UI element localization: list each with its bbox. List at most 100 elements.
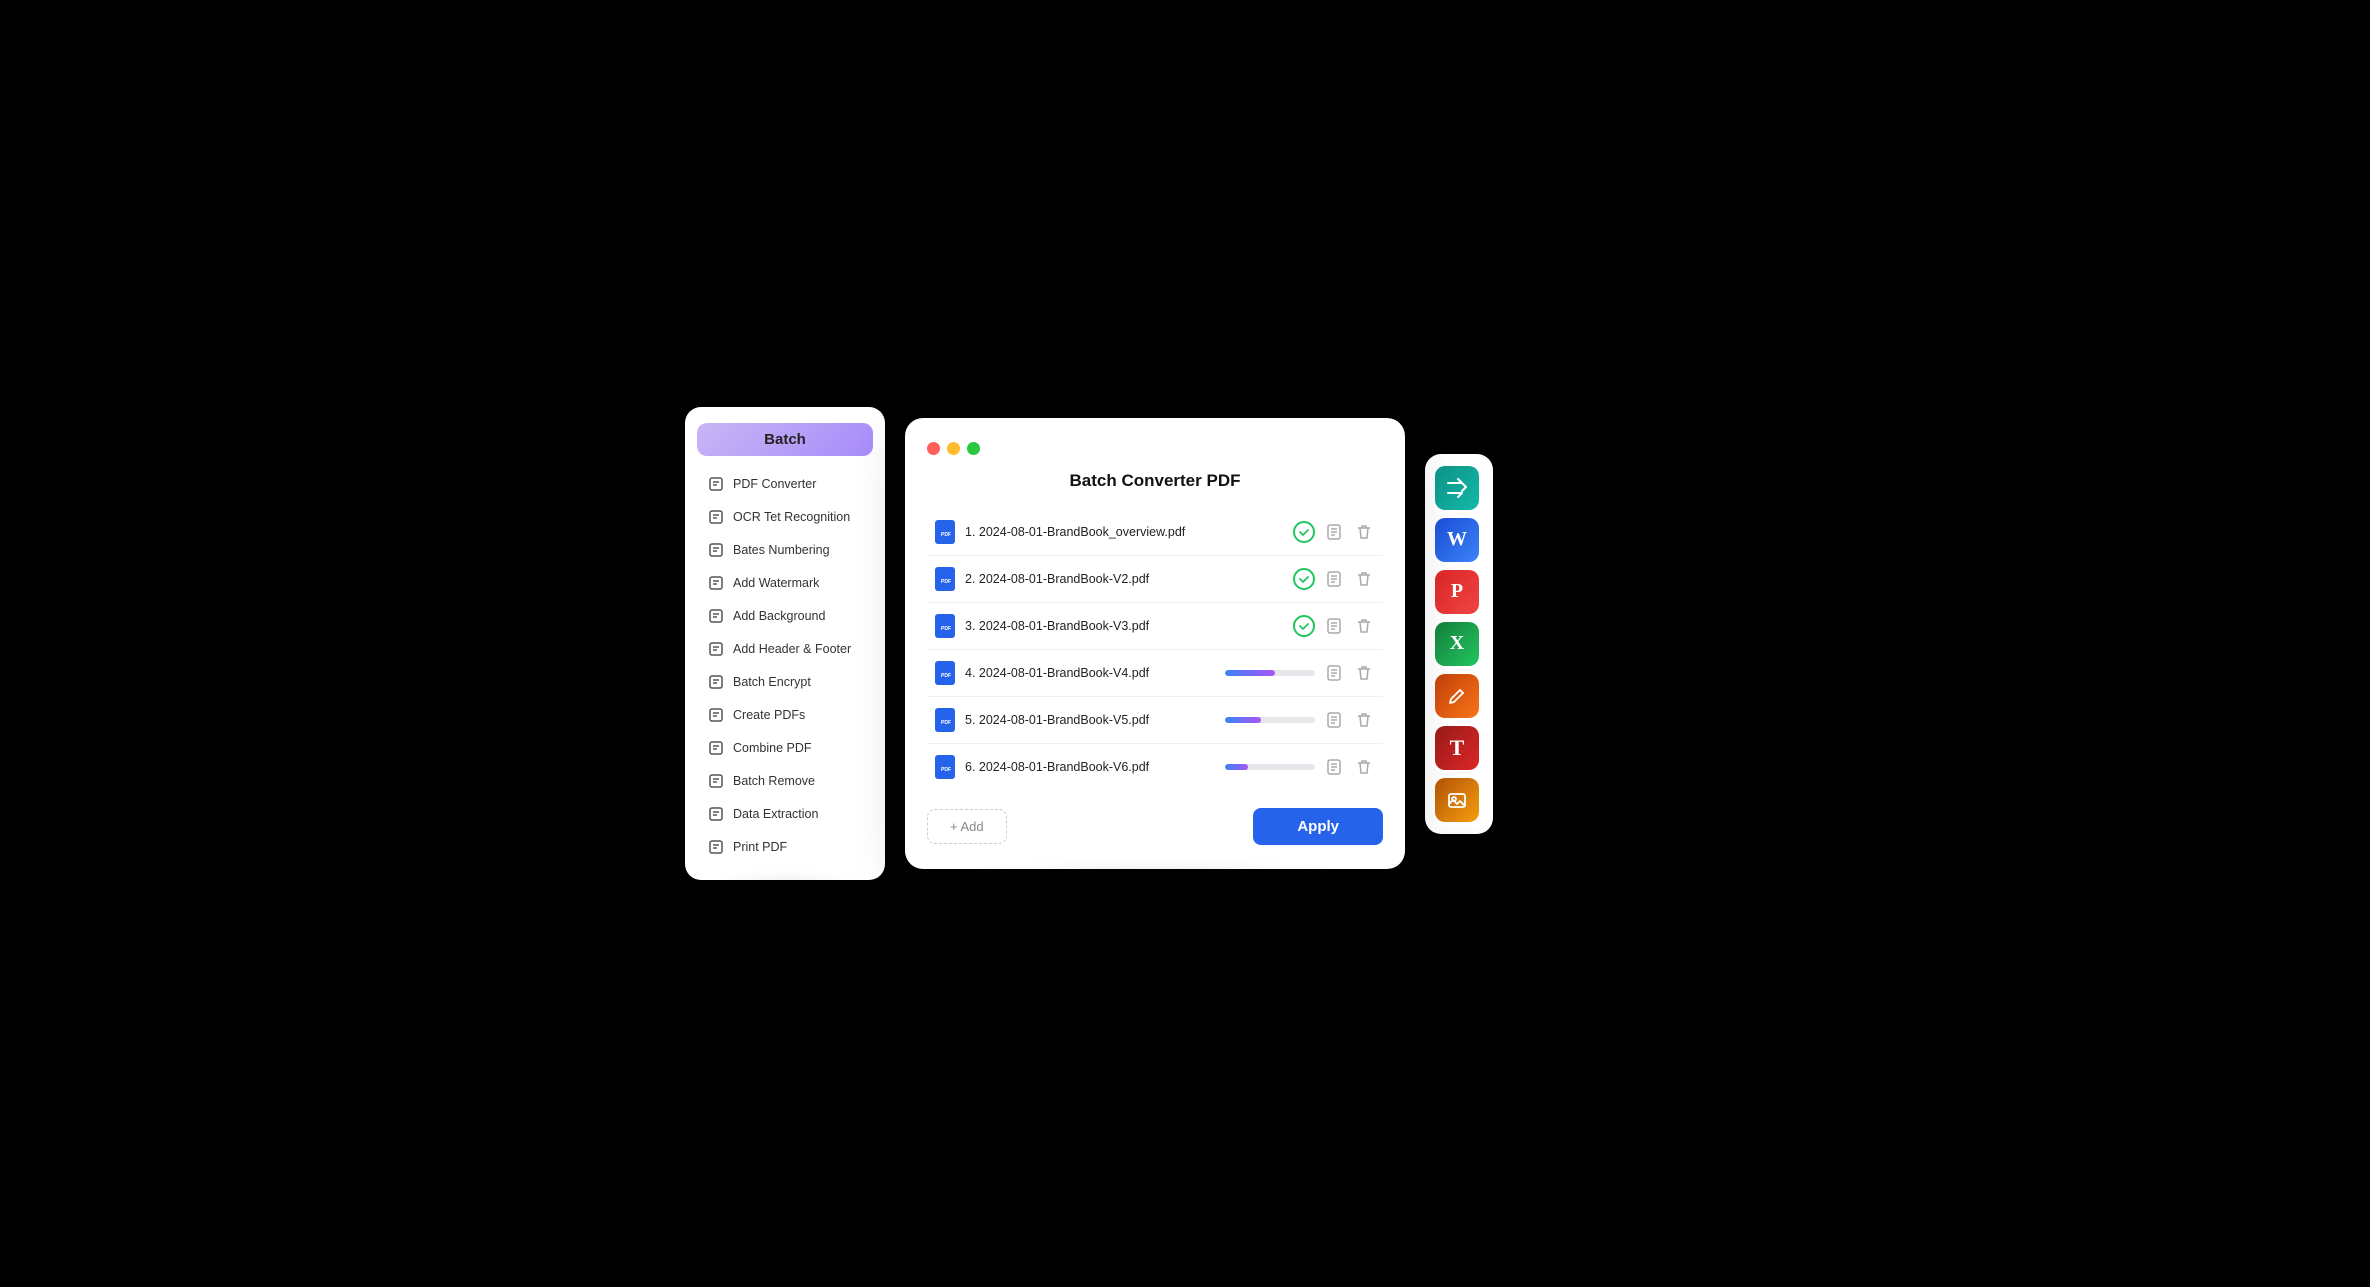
file-status	[1293, 615, 1375, 637]
sidebar-item-label: Batch Encrypt	[733, 675, 811, 689]
svg-text:PDF: PDF	[941, 626, 951, 632]
combine-icon	[707, 739, 725, 757]
file-status	[1293, 521, 1375, 543]
file-row: PDF 6. 2024-08-01-BrandBook-V6.pdf	[927, 744, 1383, 790]
create-pdf-icon	[707, 706, 725, 724]
dock-app-ppt[interactable]: P	[1435, 570, 1479, 614]
svg-text:PDF: PDF	[941, 720, 951, 726]
dock-app-shuffle[interactable]	[1435, 466, 1479, 510]
sidebar-item-label: Combine PDF	[733, 741, 812, 755]
sidebar-item-add-background[interactable]: Add Background	[691, 600, 879, 632]
sidebar-item-combine-pdf[interactable]: Combine PDF	[691, 732, 879, 764]
svg-text:PDF: PDF	[941, 579, 951, 585]
file-delete-icon[interactable]	[1353, 756, 1375, 778]
file-row: PDF 5. 2024-08-01-BrandBook-V5.pdf	[927, 697, 1383, 744]
dock-app-text[interactable]: T	[1435, 726, 1479, 770]
sidebar-item-label: Bates Numbering	[733, 543, 830, 557]
scene: Batch PDF Converter OCR Tet Recognition	[685, 407, 1685, 880]
svg-text:PDF: PDF	[941, 767, 951, 773]
watermark-icon	[707, 574, 725, 592]
progress-bar-fill	[1225, 670, 1275, 676]
remove-icon	[707, 772, 725, 790]
add-button[interactable]: + Add	[927, 809, 1007, 844]
sidebar-item-add-header-footer[interactable]: Add Header & Footer	[691, 633, 879, 665]
print-icon	[707, 838, 725, 856]
background-icon	[707, 607, 725, 625]
sidebar-item-print-pdf[interactable]: Print PDF	[691, 831, 879, 863]
sidebar-item-label: PDF Converter	[733, 477, 816, 491]
main-panel: Batch Converter PDF PDF 1. 2024-08-01-Br…	[905, 418, 1405, 869]
pdf-file-icon: PDF	[935, 567, 955, 591]
file-name: 5. 2024-08-01-BrandBook-V5.pdf	[965, 713, 1215, 727]
file-name: 1. 2024-08-01-BrandBook_overview.pdf	[965, 525, 1283, 539]
traffic-light-green[interactable]	[967, 442, 980, 455]
file-row: PDF 3. 2024-08-01-BrandBook-V3.pdf	[927, 603, 1383, 650]
file-status	[1225, 756, 1375, 778]
file-status	[1225, 662, 1375, 684]
progress-bar	[1225, 764, 1315, 770]
right-dock: WPX T	[1425, 454, 1493, 834]
sidebar-item-ocr-recognition[interactable]: OCR Tet Recognition	[691, 501, 879, 533]
status-check-icon	[1293, 568, 1315, 590]
status-check-icon	[1293, 615, 1315, 637]
file-row: PDF 1. 2024-08-01-BrandBook_overview.pdf	[927, 509, 1383, 556]
file-delete-icon[interactable]	[1353, 615, 1375, 637]
sidebar-item-label: Add Watermark	[733, 576, 819, 590]
sidebar-item-label: Data Extraction	[733, 807, 818, 821]
file-action-doc-icon[interactable]	[1323, 568, 1345, 590]
sidebar-item-label: Add Background	[733, 609, 825, 623]
file-action-doc-icon[interactable]	[1323, 615, 1345, 637]
file-name: 4. 2024-08-01-BrandBook-V4.pdf	[965, 666, 1215, 680]
bates-icon	[707, 541, 725, 559]
file-delete-icon[interactable]	[1353, 568, 1375, 590]
file-name: 2. 2024-08-01-BrandBook-V2.pdf	[965, 572, 1283, 586]
file-name: 3. 2024-08-01-BrandBook-V3.pdf	[965, 619, 1283, 633]
file-row: PDF 4. 2024-08-01-BrandBook-V4.pdf	[927, 650, 1383, 697]
sidebar-item-label: OCR Tet Recognition	[733, 510, 850, 524]
file-delete-icon[interactable]	[1353, 662, 1375, 684]
progress-bar	[1225, 670, 1315, 676]
encrypt-icon	[707, 673, 725, 691]
sidebar-item-batch-remove[interactable]: Batch Remove	[691, 765, 879, 797]
dock-app-edit[interactable]	[1435, 674, 1479, 718]
sidebar-item-create-pdfs[interactable]: Create PDFs	[691, 699, 879, 731]
svg-text:PDF: PDF	[941, 673, 951, 679]
file-delete-icon[interactable]	[1353, 521, 1375, 543]
dock-app-excel[interactable]: X	[1435, 622, 1479, 666]
apply-button[interactable]: Apply	[1253, 808, 1383, 845]
file-action-doc-icon[interactable]	[1323, 521, 1345, 543]
traffic-light-red[interactable]	[927, 442, 940, 455]
traffic-light-yellow[interactable]	[947, 442, 960, 455]
main-title: Batch Converter PDF	[927, 471, 1383, 491]
dock-app-photo[interactable]	[1435, 778, 1479, 822]
sidebar-item-data-extraction[interactable]: Data Extraction	[691, 798, 879, 830]
sidebar-item-add-watermark[interactable]: Add Watermark	[691, 567, 879, 599]
status-check-icon	[1293, 521, 1315, 543]
file-action-doc-icon[interactable]	[1323, 756, 1345, 778]
file-status	[1225, 709, 1375, 731]
pdf-file-icon: PDF	[935, 755, 955, 779]
file-action-doc-icon[interactable]	[1323, 709, 1345, 731]
extraction-icon	[707, 805, 725, 823]
file-delete-icon[interactable]	[1353, 709, 1375, 731]
sidebar-panel: Batch PDF Converter OCR Tet Recognition	[685, 407, 885, 880]
sidebar-item-label: Create PDFs	[733, 708, 805, 722]
pdf-file-icon: PDF	[935, 661, 955, 685]
file-list: PDF 1. 2024-08-01-BrandBook_overview.pdf…	[927, 509, 1383, 790]
progress-bar	[1225, 717, 1315, 723]
sidebar-item-label: Add Header & Footer	[733, 642, 851, 656]
bottom-row: + Add Apply	[927, 808, 1383, 845]
progress-bar-fill	[1225, 764, 1248, 770]
sidebar-item-label: Print PDF	[733, 840, 787, 854]
file-action-doc-icon[interactable]	[1323, 662, 1345, 684]
pdf-file-icon: PDF	[935, 614, 955, 638]
progress-bar-fill	[1225, 717, 1261, 723]
sidebar-header: Batch	[697, 423, 873, 456]
svg-text:PDF: PDF	[941, 532, 951, 538]
sidebar-item-label: Batch Remove	[733, 774, 815, 788]
sidebar-item-pdf-converter[interactable]: PDF Converter	[691, 468, 879, 500]
sidebar-item-bates-numbering[interactable]: Bates Numbering	[691, 534, 879, 566]
sidebar-item-batch-encrypt[interactable]: Batch Encrypt	[691, 666, 879, 698]
file-name: 6. 2024-08-01-BrandBook-V6.pdf	[965, 760, 1215, 774]
dock-app-word[interactable]: W	[1435, 518, 1479, 562]
